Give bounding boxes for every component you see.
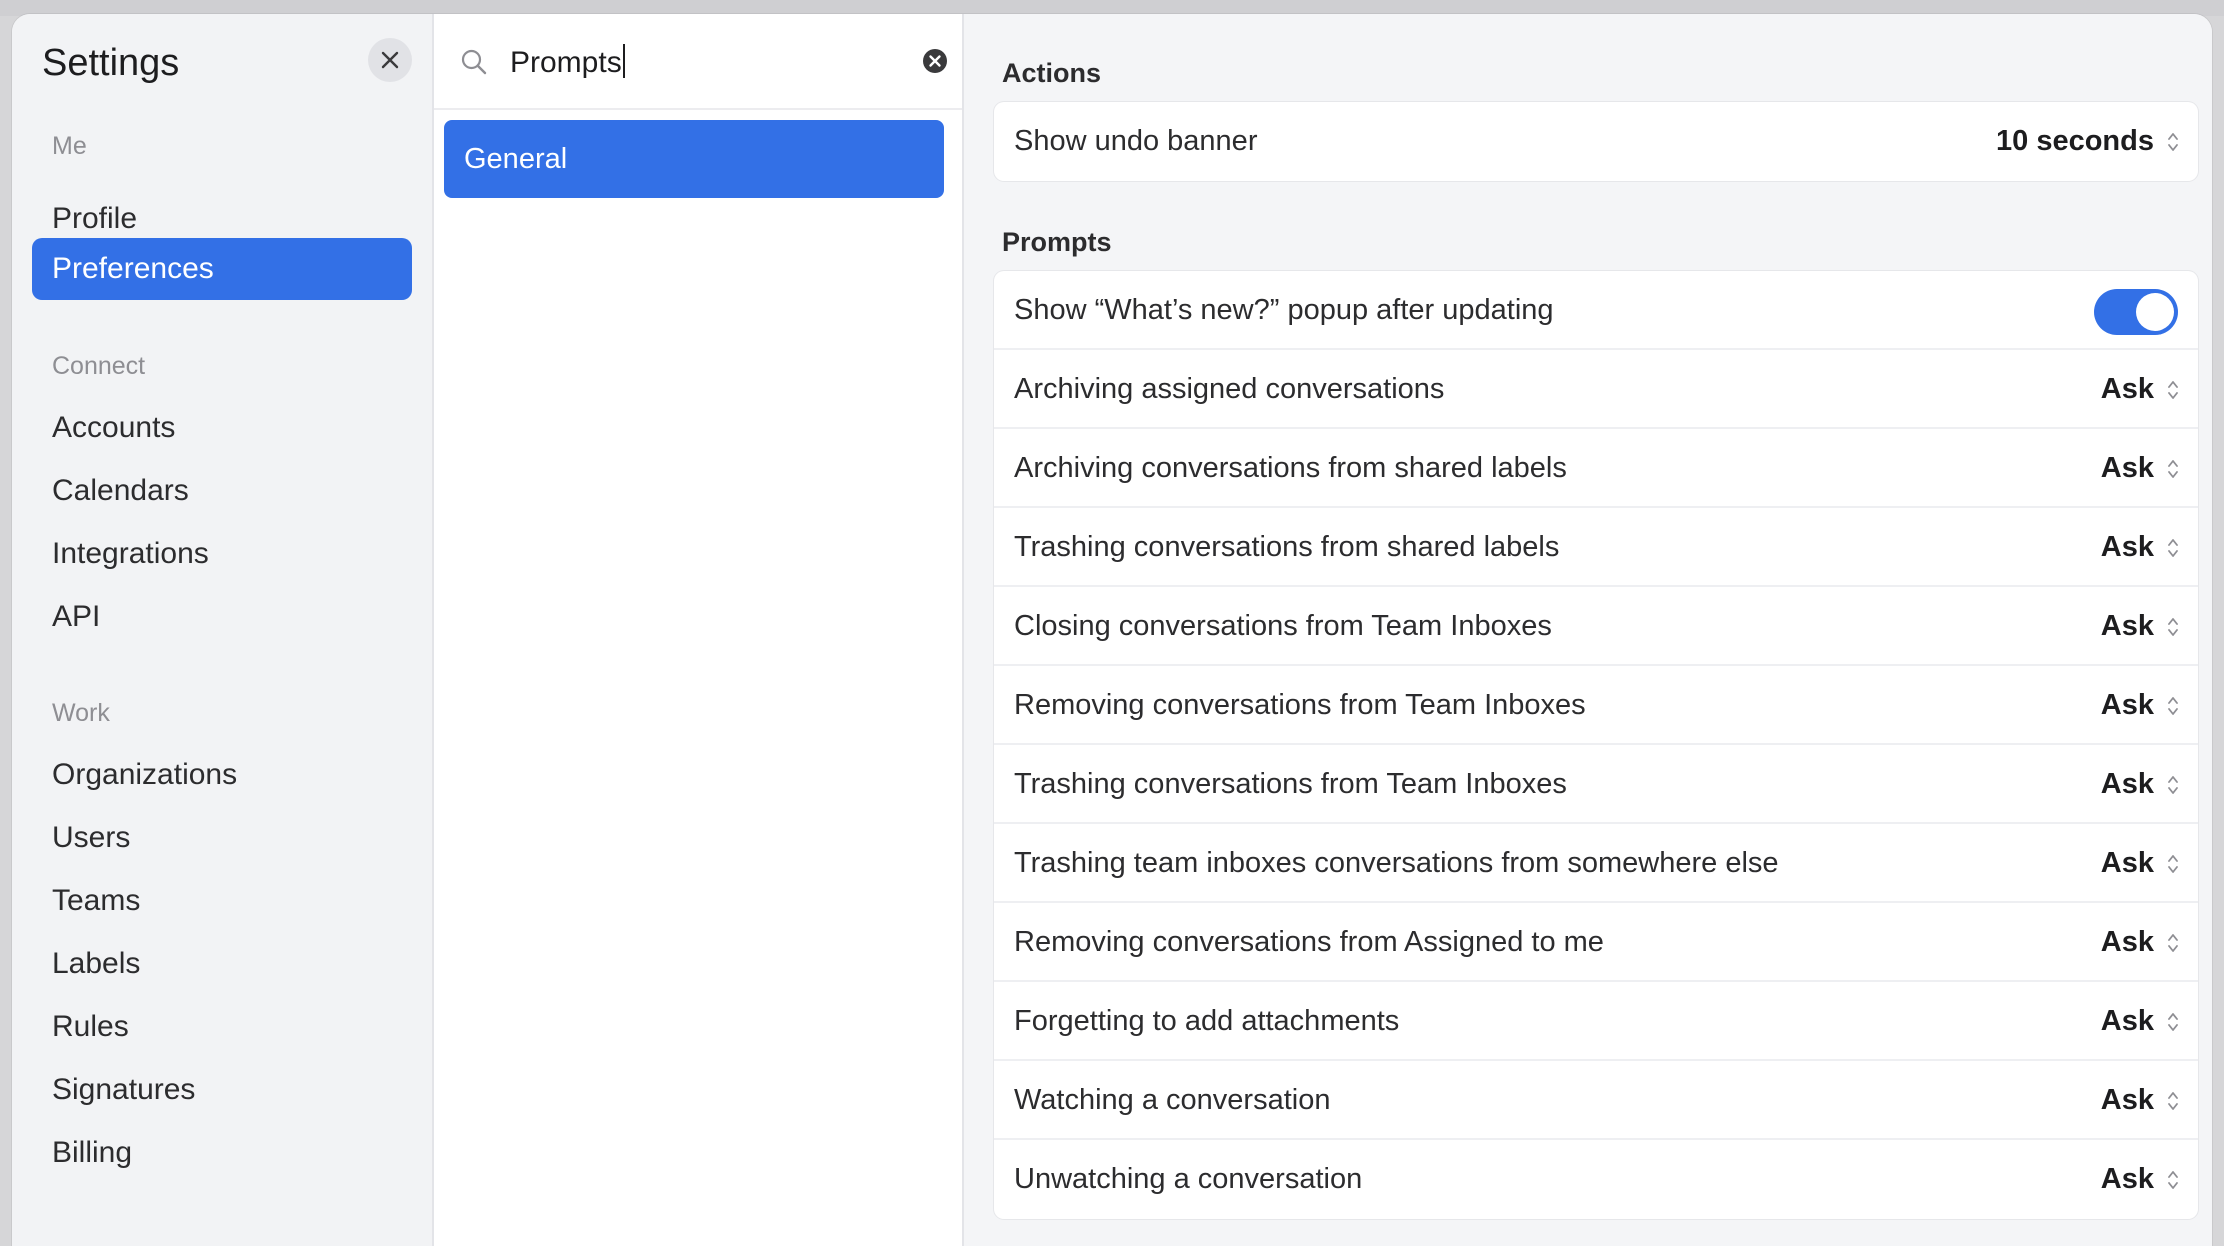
up-down-chevron-icon [2168,697,2178,715]
row-value[interactable]: 10 seconds [1996,102,2154,181]
row-value[interactable]: Ask [2101,350,2154,429]
prompt-row[interactable]: Trashing conversations from Team Inboxes… [994,745,2198,824]
section-label-me: Me [52,132,87,160]
search-results-column: Prompts General [434,14,964,1246]
prompts-card: Show “What’s new?” popup after updating … [994,271,2198,1219]
row-label: Trashing conversations from Team Inboxes [1014,768,1567,800]
up-down-chevron-icon [2168,1013,2178,1031]
row-value[interactable]: Ask [2101,982,2154,1061]
prompt-row[interactable]: Trashing conversations from shared label… [994,508,2198,587]
row-value[interactable]: Ask [2101,666,2154,745]
up-down-chevron-icon [2168,776,2178,794]
toggle-knob [2136,293,2174,331]
row-value[interactable]: Ask [2101,429,2154,508]
sidebar-item-calendars[interactable]: Calendars [32,460,412,522]
row-label: Forgetting to add attachments [1014,1005,1400,1037]
row-label: Show “What’s new?” popup after updating [1014,294,1554,326]
row-value[interactable]: Ask [2101,508,2154,587]
row-value[interactable]: Ask [2101,824,2154,903]
sidebar-item-billing[interactable]: Billing [32,1122,412,1184]
row-label: Watching a conversation [1014,1084,1331,1116]
up-down-chevron-icon [2168,133,2178,151]
whats-new-toggle[interactable] [2094,289,2178,335]
prompt-row[interactable]: Forgetting to add attachments Ask [994,982,2198,1061]
row-label: Trashing team inboxes conversations from… [1014,847,1779,879]
search-icon [461,49,487,75]
sidebar-item-users[interactable]: Users [32,807,412,869]
row-value[interactable]: Ask [2101,1061,2154,1140]
close-button[interactable] [368,38,412,82]
search-result-general[interactable]: General [444,120,944,198]
row-label: Closing conversations from Team Inboxes [1014,610,1552,642]
clear-search-icon[interactable] [922,48,948,74]
sidebar-item-rules[interactable]: Rules [32,996,412,1058]
sidebar-item-organizations[interactable]: Organizations [32,744,412,806]
row-label: Unwatching a conversation [1014,1163,1363,1195]
up-down-chevron-icon [2168,460,2178,478]
sidebar-item-api[interactable]: API [32,586,412,648]
row-value[interactable]: Ask [2101,587,2154,666]
row-label: Removing conversations from Team Inboxes [1014,689,1586,721]
row-value[interactable]: Ask [2101,1140,2154,1219]
row-label: Archiving conversations from shared labe… [1014,452,1567,484]
sidebar-item-preferences[interactable]: Preferences [32,238,412,300]
section-label-connect: Connect [52,352,146,380]
prompt-row[interactable]: Removing conversations from Team Inboxes… [994,666,2198,745]
sidebar-item-labels[interactable]: Labels [32,933,412,995]
section-label-work: Work [52,699,110,727]
sidebar-item-integrations[interactable]: Integrations [32,523,412,585]
prompts-group-title: Prompts [1002,227,1112,257]
undo-banner-row[interactable]: Show undo banner 10 seconds [994,102,2198,181]
row-label: Show undo banner [1014,125,1258,157]
sidebar-item-teams[interactable]: Teams [32,870,412,932]
text-caret [622,44,625,78]
search-input[interactable]: Prompts [510,44,625,80]
whats-new-popup-row[interactable]: Show “What’s new?” popup after updating [994,271,2198,350]
up-down-chevron-icon [2168,539,2178,557]
prompt-row[interactable]: Trashing team inboxes conversations from… [994,824,2198,903]
row-label: Trashing conversations from shared label… [1014,531,1560,563]
row-label: Archiving assigned conversations [1014,373,1445,405]
actions-card: Show undo banner 10 seconds [994,102,2198,181]
sidebar-item-accounts[interactable]: Accounts [32,397,412,459]
search-bar[interactable]: Prompts [434,14,962,110]
up-down-chevron-icon [2168,1092,2178,1110]
prompt-row[interactable]: Unwatching a conversation Ask [994,1140,2198,1219]
up-down-chevron-icon [2168,934,2178,952]
prompt-row[interactable]: Watching a conversation Ask [994,1061,2198,1140]
prompt-row[interactable]: Closing conversations from Team Inboxes A… [994,587,2198,666]
prompt-row[interactable]: Removing conversations from Assigned to … [994,903,2198,982]
row-value[interactable]: Ask [2101,745,2154,824]
prompt-row[interactable]: Archiving assigned conversations Ask [994,350,2198,429]
close-icon [381,51,399,69]
row-label: Removing conversations from Assigned to … [1014,926,1604,958]
search-input-value: Prompts [510,46,622,79]
settings-sidebar: Settings Me Profile Preferences Connect … [12,14,434,1246]
up-down-chevron-icon [2168,1171,2178,1189]
actions-group-title: Actions [1002,58,1102,88]
settings-window: Settings Me Profile Preferences Connect … [12,14,2212,1246]
up-down-chevron-icon [2168,618,2178,636]
up-down-chevron-icon [2168,855,2178,873]
sidebar-item-signatures[interactable]: Signatures [32,1059,412,1121]
sidebar-title: Settings [42,42,180,84]
row-value[interactable]: Ask [2101,903,2154,982]
up-down-chevron-icon [2168,381,2178,399]
prompt-row[interactable]: Archiving conversations from shared labe… [994,429,2198,508]
preferences-content: Actions Show undo banner 10 seconds Prom… [964,14,2212,1246]
